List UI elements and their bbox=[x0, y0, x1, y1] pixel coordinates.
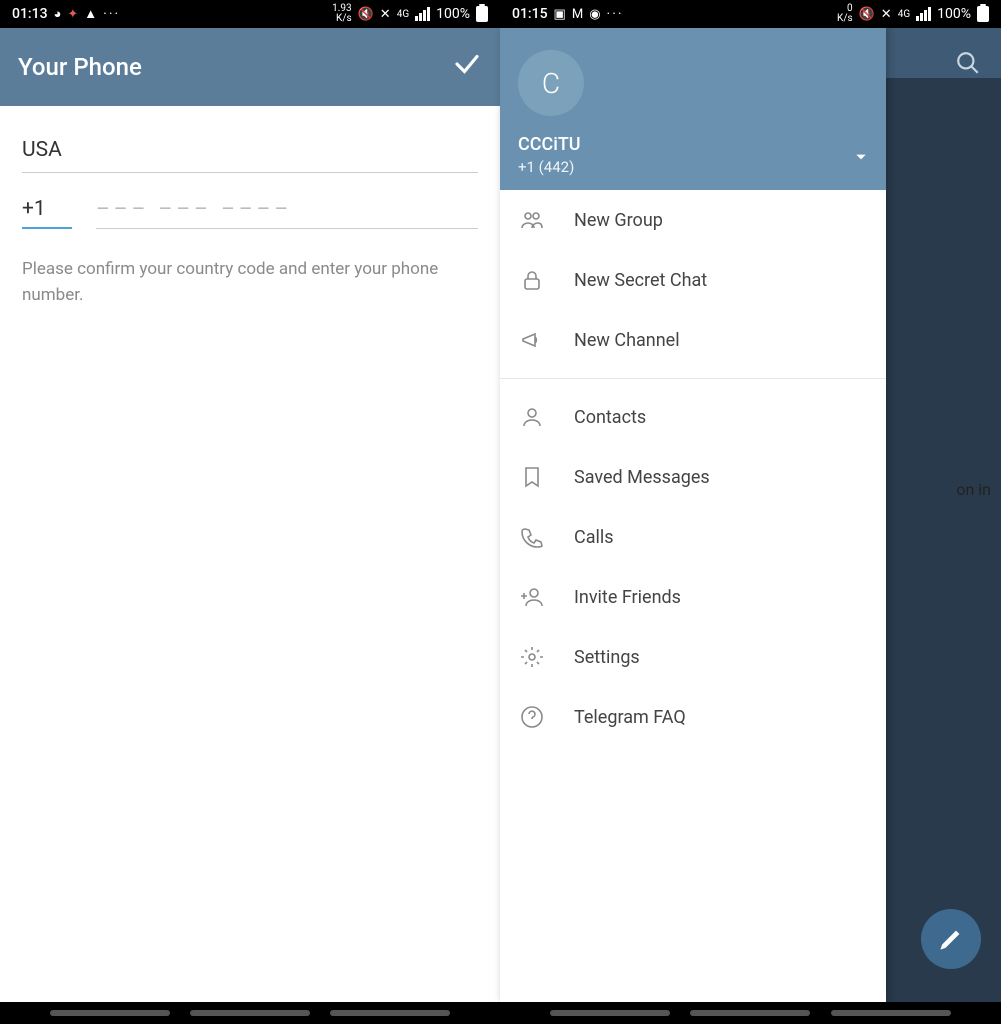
battery-percent: 100% bbox=[937, 6, 971, 22]
account-phone: +1 (442) bbox=[518, 158, 868, 176]
android-navbar-left bbox=[0, 1002, 500, 1024]
android-navbar-right bbox=[500, 1002, 1001, 1024]
phone-icon bbox=[520, 525, 544, 549]
wifi-icon: ✕ bbox=[380, 7, 391, 22]
megaphone-icon bbox=[520, 328, 544, 352]
status-right-cluster: 1.93 K/s 🔇 ✕ 4G 100% bbox=[332, 4, 488, 24]
background-scrim[interactable] bbox=[886, 78, 1001, 1002]
mute-icon: 🔇 bbox=[859, 7, 875, 22]
status-left-cluster: 01:13 ◕ ✦ ▲ ··· bbox=[12, 6, 120, 22]
network-speed: 1.93 K/s bbox=[332, 4, 352, 24]
status-bar-left: 01:13 ◕ ✦ ▲ ··· 1.93 K/s 🔇 ✕ 4G 100% bbox=[0, 0, 500, 28]
signal-icon bbox=[415, 7, 430, 21]
confirm-button[interactable] bbox=[452, 49, 482, 86]
search-icon bbox=[955, 50, 981, 76]
menu-item-label: New Channel bbox=[574, 330, 680, 351]
menu-item-label: Invite Friends bbox=[574, 587, 681, 608]
network-type: 4G bbox=[397, 9, 409, 20]
login-form: USA +1 ––– ––– –––– Please confirm your … bbox=[0, 106, 500, 308]
person-icon bbox=[520, 405, 544, 429]
menu-item-new-secret[interactable]: New Secret Chat bbox=[500, 250, 886, 310]
app-icon-2: ✦ bbox=[67, 7, 78, 22]
mail-icon: M bbox=[572, 7, 583, 22]
notification-overflow-icon: ··· bbox=[607, 6, 624, 22]
nav-home[interactable] bbox=[690, 1010, 810, 1016]
menu-item-calls[interactable]: Calls bbox=[500, 507, 886, 567]
navigation-drawer: C CCCiTU +1 (442) New Group New Secret C… bbox=[500, 28, 886, 1002]
help-icon bbox=[520, 705, 544, 729]
menu-item-new-group[interactable]: New Group bbox=[500, 190, 886, 250]
screenshot-right: 01:15 ▣ M ◉ ··· 0 K/s 🔇 ✕ 4G 100% on in … bbox=[500, 0, 1001, 1024]
compose-fab[interactable] bbox=[921, 909, 981, 969]
status-right-cluster-r: 0 K/s 🔇 ✕ 4G 100% bbox=[837, 4, 989, 24]
menu-item-label: New Group bbox=[574, 210, 663, 231]
menu-item-invite[interactable]: Invite Friends bbox=[500, 567, 886, 627]
status-time: 01:13 bbox=[12, 6, 48, 22]
menu-separator bbox=[500, 378, 886, 379]
screenshot-left: 01:13 ◕ ✦ ▲ ··· 1.93 K/s 🔇 ✕ 4G 100% You… bbox=[0, 0, 500, 1024]
app-icon-1: ◕ bbox=[54, 6, 62, 22]
chat-icon: ◉ bbox=[589, 7, 600, 22]
phone-number-input[interactable]: ––– ––– –––– bbox=[96, 198, 478, 229]
menu-item-contacts[interactable]: Contacts bbox=[500, 387, 886, 447]
battery-percent: 100% bbox=[436, 6, 470, 22]
pencil-icon bbox=[939, 927, 963, 951]
group-icon bbox=[520, 208, 544, 232]
nav-recent[interactable] bbox=[50, 1010, 170, 1016]
menu-item-new-channel[interactable]: New Channel bbox=[500, 310, 886, 370]
signal-icon bbox=[916, 7, 931, 21]
menu-item-label: Calls bbox=[574, 527, 614, 548]
mute-icon: 🔇 bbox=[358, 7, 374, 22]
country-select[interactable]: USA bbox=[22, 128, 478, 173]
appbar-login: Your Phone bbox=[0, 28, 500, 106]
drawer-menu: New Group New Secret Chat New Channel Co… bbox=[500, 190, 886, 1002]
app-icon-3: ▲ bbox=[84, 6, 97, 22]
status-left-cluster-r: 01:15 ▣ M ◉ ··· bbox=[512, 6, 624, 22]
menu-item-label: New Secret Chat bbox=[574, 270, 707, 291]
notification-overflow-icon: ··· bbox=[103, 6, 120, 22]
menu-item-label: Settings bbox=[574, 647, 640, 668]
wifi-icon: ✕ bbox=[881, 7, 892, 22]
bookmark-icon bbox=[520, 465, 544, 489]
add-person-icon bbox=[520, 585, 544, 609]
battery-icon bbox=[977, 6, 989, 22]
menu-item-label: Contacts bbox=[574, 407, 646, 428]
account-switch-toggle[interactable] bbox=[854, 150, 868, 168]
network-type: 4G bbox=[898, 9, 910, 20]
account-name: CCCiTU bbox=[518, 134, 868, 155]
login-help-text: Please confirm your country code and ent… bbox=[22, 257, 478, 308]
nav-home[interactable] bbox=[190, 1010, 310, 1016]
dial-code-input[interactable]: +1 bbox=[22, 197, 72, 229]
drawer-header[interactable]: C CCCiTU +1 (442) bbox=[500, 28, 886, 190]
menu-item-label: Telegram FAQ bbox=[574, 707, 686, 728]
background-text-fragment: on in bbox=[956, 480, 991, 499]
menu-item-settings[interactable]: Settings bbox=[500, 627, 886, 687]
menu-item-faq[interactable]: Telegram FAQ bbox=[500, 687, 886, 747]
menu-item-saved[interactable]: Saved Messages bbox=[500, 447, 886, 507]
nav-back[interactable] bbox=[831, 1010, 951, 1016]
menu-item-label: Saved Messages bbox=[574, 467, 710, 488]
gear-icon bbox=[520, 645, 544, 669]
nav-back[interactable] bbox=[330, 1010, 450, 1016]
status-bar-right: 01:15 ▣ M ◉ ··· 0 K/s 🔇 ✕ 4G 100% bbox=[500, 0, 1001, 28]
check-icon bbox=[452, 49, 482, 79]
network-speed: 0 K/s bbox=[837, 4, 853, 24]
nav-recent[interactable] bbox=[550, 1010, 670, 1016]
image-icon: ▣ bbox=[554, 7, 566, 22]
page-title: Your Phone bbox=[18, 53, 142, 81]
avatar[interactable]: C bbox=[518, 50, 584, 116]
chevron-down-icon bbox=[854, 150, 868, 164]
lock-icon bbox=[520, 268, 544, 292]
status-time: 01:15 bbox=[512, 6, 548, 22]
battery-icon bbox=[476, 6, 488, 22]
